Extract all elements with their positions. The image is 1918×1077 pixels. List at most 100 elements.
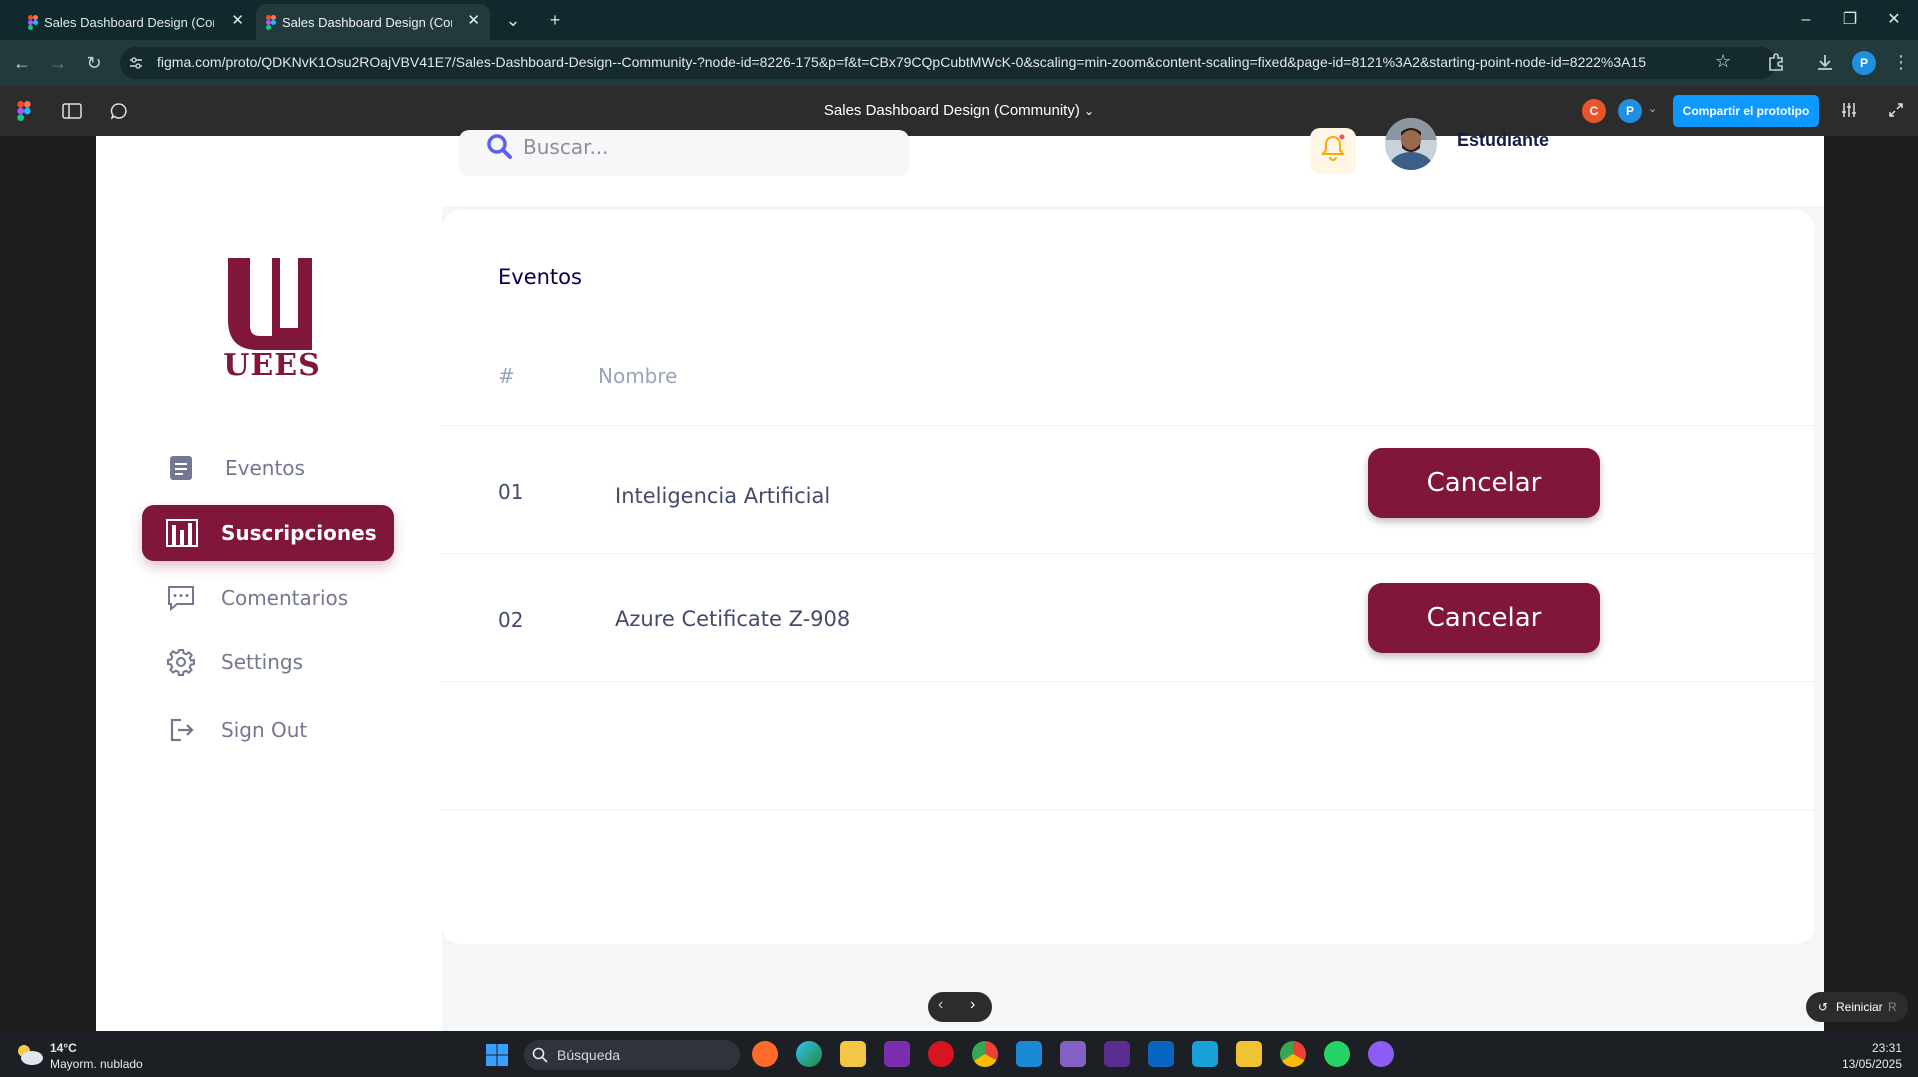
gear-icon: [167, 649, 195, 676]
fullscreen-icon[interactable]: [1888, 102, 1904, 118]
row-number: 01: [498, 480, 524, 504]
vscode-icon[interactable]: [1016, 1041, 1042, 1067]
bookmark-star-icon[interactable]: ☆: [1715, 51, 1731, 72]
document-icon: [170, 456, 192, 480]
chrome-icon[interactable]: [1280, 1041, 1306, 1067]
new-tab-icon[interactable]: +: [542, 8, 568, 32]
visual-studio-icon[interactable]: [1060, 1041, 1086, 1067]
github-icon[interactable]: [1368, 1041, 1394, 1067]
visual-studio-icon[interactable]: [1104, 1041, 1130, 1067]
profile-avatar[interactable]: P: [1852, 51, 1876, 75]
sidebar-item-label: Comentarios: [221, 586, 349, 610]
restart-shortcut: R: [1888, 1000, 1897, 1014]
user-role: Estudiante: [1457, 130, 1550, 150]
column-header-name: Nombre: [598, 364, 678, 388]
user-avatar[interactable]: [1385, 118, 1437, 170]
collaborator-avatar[interactable]: P: [1618, 99, 1642, 123]
restart-button[interactable]: ↺ Reiniciar R: [1806, 992, 1908, 1022]
chevron-down-icon: ⌄: [1084, 104, 1095, 118]
row-number: 02: [498, 608, 524, 632]
cancel-button[interactable]: Cancelar: [1368, 583, 1600, 653]
url-text[interactable]: figma.com/proto/QDKNvK1Osu2ROajVBV41E7/S…: [157, 54, 1657, 70]
bar-chart-icon: [166, 519, 198, 547]
search-icon: [532, 1047, 548, 1063]
close-tab-icon[interactable]: ✕: [231, 12, 244, 30]
bell-icon: [1321, 134, 1345, 161]
sidebar-item-label: Sign Out: [221, 718, 308, 742]
extensions-icon[interactable]: [1766, 52, 1786, 72]
restart-label: Reiniciar: [1836, 1000, 1883, 1014]
site-settings-icon[interactable]: [128, 55, 144, 71]
sway-icon[interactable]: [1192, 1041, 1218, 1067]
event-name: Azure Cetificate Z-908: [615, 607, 851, 631]
figma-icon: [266, 15, 276, 30]
sign-out-icon: [170, 718, 194, 742]
search-icon: [487, 134, 512, 159]
sidebar-item-comentarios[interactable]: Comentarios: [142, 570, 394, 626]
tab-title: Sales Dashboard Design (Comm: [282, 14, 452, 30]
column-header-number: #: [498, 364, 515, 388]
restart-icon: ↺: [1818, 1000, 1829, 1014]
logo-text: UEES: [223, 348, 321, 383]
reload-icon[interactable]: ↻: [80, 49, 108, 77]
close-window-icon[interactable]: ✕: [1874, 6, 1914, 34]
download-icon[interactable]: [1815, 52, 1835, 72]
back-arrow-icon[interactable]: ←: [8, 49, 36, 77]
browser-tab[interactable]: Sales Dashboard Design (Comm ✕: [18, 4, 254, 40]
row-divider: [442, 681, 1814, 682]
minimize-icon[interactable]: –: [1786, 6, 1826, 34]
system-clock[interactable]: 23:31 13/05/2025: [1836, 1040, 1902, 1072]
clock-time: 23:31: [1871, 1041, 1902, 1055]
prototype-navigation: ‹ ›: [928, 992, 992, 1022]
chat-icon: [168, 586, 194, 612]
row-divider: [442, 810, 1814, 811]
file-explorer-icon[interactable]: [840, 1041, 866, 1067]
onenote-icon[interactable]: [884, 1041, 910, 1067]
app-icon[interactable]: [752, 1041, 778, 1067]
settings-sliders-icon[interactable]: [1840, 101, 1858, 119]
tab-list-chevron-icon[interactable]: ⌄: [500, 8, 526, 32]
weather-widget[interactable]: 14°C Mayorm. nublado: [50, 1040, 143, 1072]
whatsapp-icon[interactable]: [1324, 1041, 1350, 1067]
uees-logo: UEES: [222, 254, 322, 383]
chevron-down-icon[interactable]: ⌄: [1648, 102, 1657, 115]
figma-icon: [28, 15, 38, 30]
sidebar-item-sign-out[interactable]: Sign Out: [142, 702, 394, 758]
sidebar-item-settings[interactable]: Settings: [142, 634, 394, 690]
kebab-menu-icon[interactable]: ⋮: [1892, 52, 1910, 73]
next-frame-icon[interactable]: ›: [970, 996, 975, 1014]
sidebar-item-label: Suscripciones: [221, 521, 377, 545]
weather-temp: 14°C: [50, 1041, 77, 1055]
tab-title: Sales Dashboard Design (Comm: [44, 14, 214, 30]
search-input[interactable]: Buscar...: [523, 135, 609, 159]
close-tab-icon[interactable]: ✕: [467, 12, 480, 30]
card-title: Eventos: [498, 265, 582, 289]
cancel-button[interactable]: Cancelar: [1368, 448, 1600, 518]
windows-taskbar: [0, 1031, 1918, 1077]
sidebar-item-eventos[interactable]: Eventos: [142, 440, 394, 496]
clock-date: 13/05/2025: [1841, 1057, 1902, 1071]
taskbar-search-label: Búsqueda: [557, 1047, 621, 1063]
app-icon[interactable]: [1236, 1041, 1262, 1067]
edge-icon[interactable]: [796, 1041, 822, 1067]
chrome-icon[interactable]: [972, 1041, 998, 1067]
sidebar-item-suscripciones[interactable]: Suscripciones: [142, 505, 394, 561]
weather-desc: Mayorm. nublado: [50, 1057, 143, 1071]
share-prototype-button[interactable]: Compartir el prototipo: [1673, 95, 1819, 127]
prototype-title-text: Sales Dashboard Design (Community): [823, 102, 1080, 119]
weather-cloud-icon[interactable]: [14, 1042, 44, 1066]
row-divider: [442, 553, 1814, 554]
opera-icon[interactable]: [928, 1041, 954, 1067]
row-divider: [442, 425, 1814, 426]
sidebar-item-label: Eventos: [225, 456, 305, 480]
forward-arrow-icon[interactable]: →: [44, 49, 72, 77]
events-card: [442, 210, 1814, 944]
windows-start-icon[interactable]: [485, 1043, 509, 1067]
collaborator-avatar[interactable]: C: [1582, 99, 1606, 123]
event-name: Inteligencia Artificial: [615, 484, 831, 508]
sidebar-item-label: Settings: [221, 650, 304, 674]
restore-icon[interactable]: ❐: [1830, 6, 1870, 34]
previous-frame-icon[interactable]: ‹: [938, 996, 943, 1014]
outlook-icon[interactable]: [1148, 1041, 1174, 1067]
browser-tab-active[interactable]: Sales Dashboard Design (Comm ✕: [256, 4, 490, 40]
